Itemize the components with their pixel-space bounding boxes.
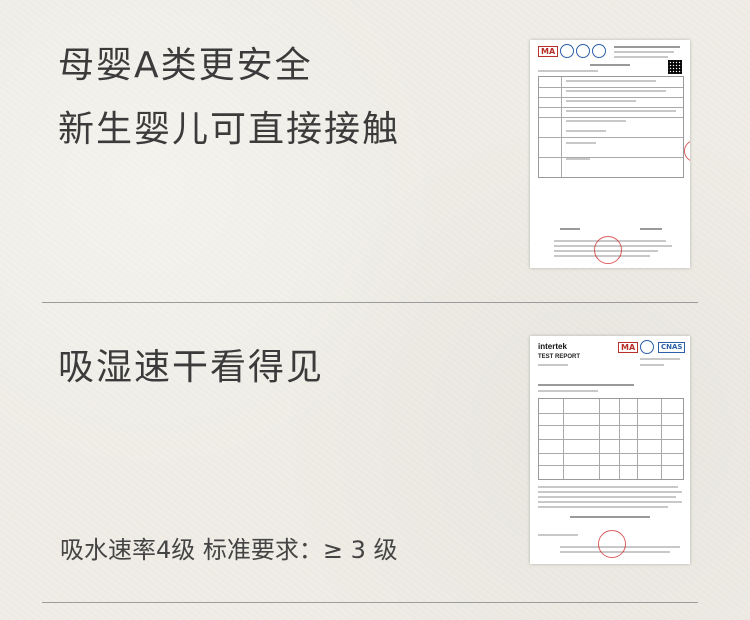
ilac-mra-badge-icon <box>592 44 606 58</box>
results-table <box>538 398 684 480</box>
cnas-logo: CNAS <box>658 342 686 353</box>
test-report-thumbnail-2: intertek MA CNAS TEST REPORT <box>530 336 690 564</box>
section-divider-2 <box>42 602 698 603</box>
cma-logo: MA <box>538 46 559 57</box>
absorption-rate-result: 吸水速率4级 标准要求：≥ 3 级 <box>60 536 398 564</box>
ilac-badge-icon <box>640 340 654 354</box>
cnas-badge-icon <box>576 44 590 58</box>
red-seal-stamp <box>594 236 622 264</box>
intertek-logo: intertek <box>538 342 567 351</box>
report-title: TEST REPORT <box>538 354 581 360</box>
section1-heading-line1: 母婴A类更安全 <box>58 45 313 86</box>
cma-logo: MA <box>618 342 639 353</box>
test-certificate-thumbnail-1: MA <box>530 40 690 268</box>
section2-heading: 吸湿速干看得见 <box>58 347 325 388</box>
ilac-badge-icon <box>560 44 574 58</box>
qr-code-icon <box>668 60 682 74</box>
section-divider-1 <box>42 302 698 303</box>
section1-heading-line2: 新生婴儿可直接接触 <box>58 109 401 150</box>
red-seal-stamp-edge <box>684 140 690 162</box>
red-seal-stamp <box>598 530 626 558</box>
